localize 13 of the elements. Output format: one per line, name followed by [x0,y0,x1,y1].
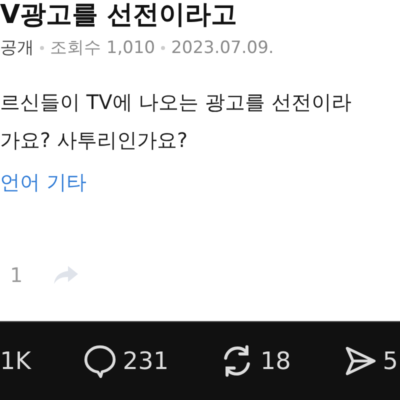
post-meta: 2023.07.09. [171,38,274,58]
action-count: 18 [260,347,291,375]
post-meta: 조회수 1,010 [50,37,156,59]
action-count: 5 [382,347,398,375]
post-meta: 공개 [0,37,34,59]
category-link[interactable]: 언어 기타 [0,169,400,195]
action-count: 231 [122,347,169,375]
post-title: V광고를 선전이라고 [0,0,238,30]
comment-icon[interactable] [82,344,117,378]
body-text: 르신들이 TV에 나오는 광고를 선전이라 [0,89,352,115]
body-text: 가요? 사투리인가요? [0,127,189,153]
action-count: 1K [0,347,32,375]
like-count: 1 [9,263,23,287]
